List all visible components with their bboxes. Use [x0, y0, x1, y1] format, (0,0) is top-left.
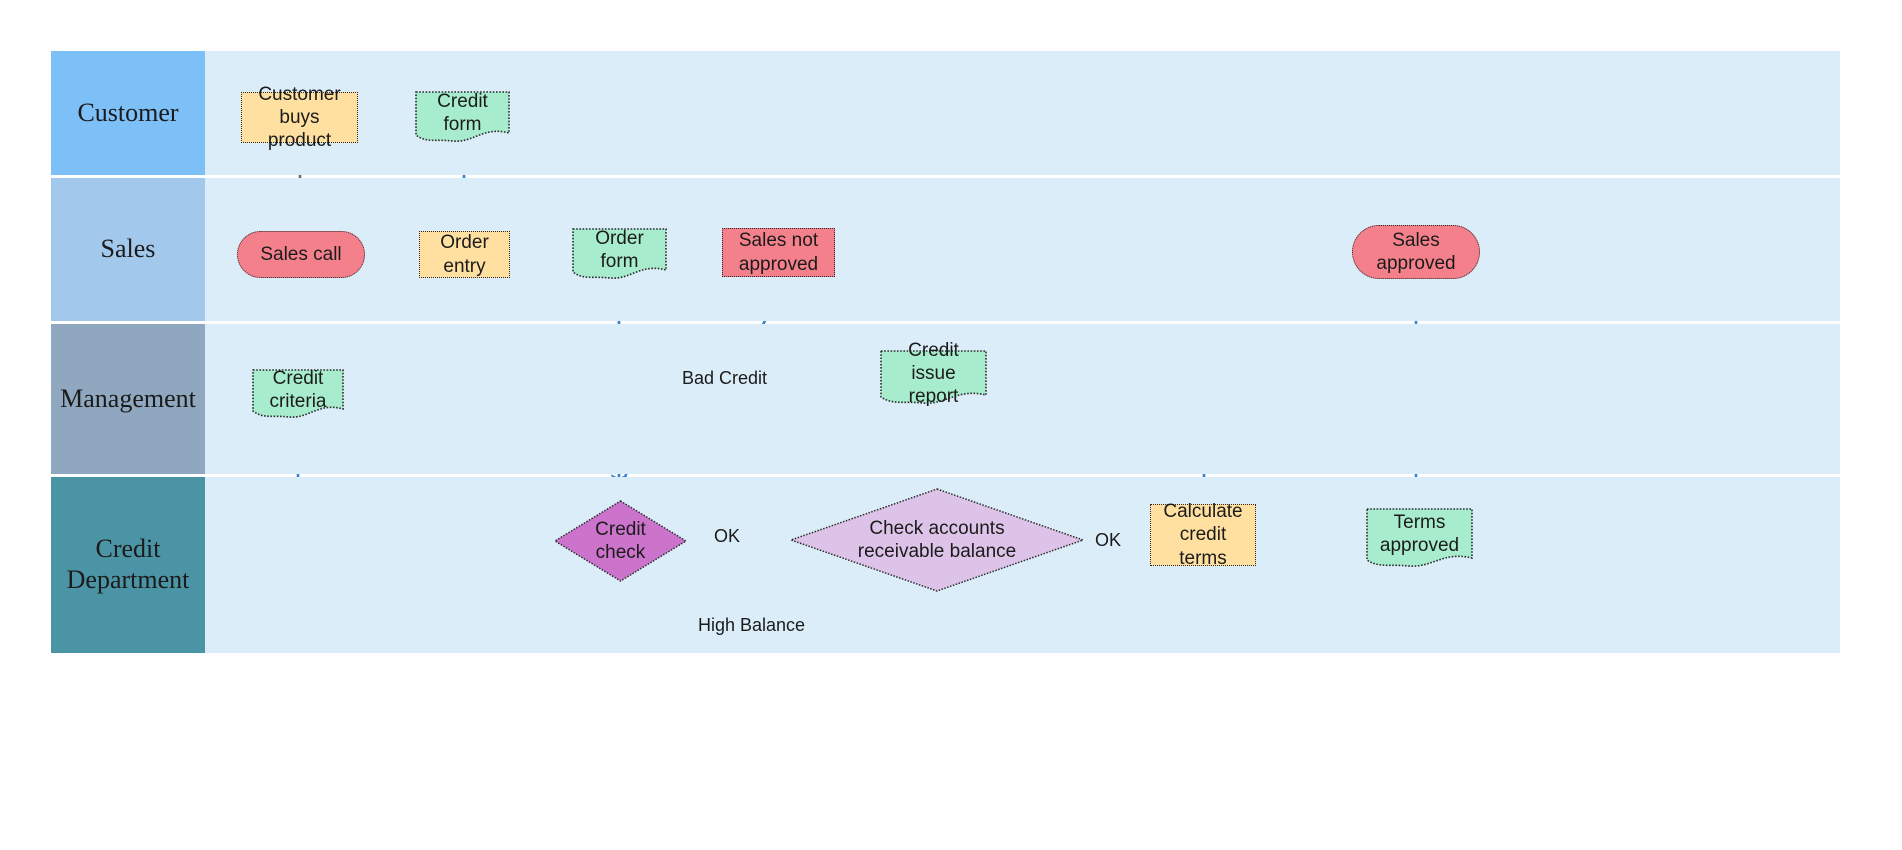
lane-header-credit-department[interactable]: Credit Department: [51, 477, 205, 653]
node-order-entry[interactable]: Order entry: [419, 231, 510, 278]
lane-label: Customer: [77, 97, 179, 127]
lane-body-management: [205, 324, 1840, 474]
lane-header-sales[interactable]: Sales: [51, 178, 205, 321]
lane-label: Management: [60, 383, 196, 413]
node-label: Customer buys product: [258, 83, 341, 152]
lane-label: Credit Department: [66, 534, 190, 594]
node-label: Credit form: [437, 90, 488, 135]
node-terms-approved[interactable]: Terms approved: [1366, 508, 1473, 570]
node-label: Order form: [595, 227, 644, 272]
node-label: Sales not approved: [738, 230, 819, 275]
lane-header-management[interactable]: Management: [51, 324, 205, 474]
node-label: Order entry: [440, 232, 489, 277]
node-calculate-credit-terms[interactable]: Calculate credit terms: [1150, 501, 1256, 569]
node-sales-approved[interactable]: Sales approved: [1352, 225, 1480, 279]
edge-label-high-balance: High Balance: [691, 614, 813, 637]
lane-label: Sales: [100, 234, 156, 264]
edge-label-bad-credit: Bad Credit: [675, 367, 775, 390]
edge-label-ok-1: OK: [707, 525, 748, 548]
edge-label-ok-2: OK: [1088, 529, 1129, 552]
node-credit-form[interactable]: Credit form: [415, 91, 510, 145]
node-credit-issue-report[interactable]: Credit issue report: [880, 340, 987, 407]
node-label: Credit check: [595, 518, 646, 563]
node-label: Calculate credit terms: [1163, 501, 1243, 569]
node-label: Credit criteria: [269, 367, 327, 412]
node-credit-check[interactable]: Credit check: [554, 500, 687, 582]
node-customer-buys-product[interactable]: Customer buys product: [241, 84, 358, 151]
node-label: Sales call: [260, 243, 342, 265]
node-sales-call[interactable]: Sales call: [237, 231, 365, 278]
node-sales-not-approved[interactable]: Sales not approved: [722, 228, 835, 277]
node-order-form[interactable]: Order form: [572, 228, 667, 282]
node-credit-criteria[interactable]: Credit criteria: [252, 367, 344, 421]
node-check-ar-balance[interactable]: Check accounts receivable balance: [790, 488, 1084, 592]
node-label: Terms approved: [1379, 511, 1460, 556]
node-label: Credit issue report: [908, 339, 959, 408]
node-label: Sales approved: [1376, 229, 1456, 274]
node-label: Check accounts receivable balance: [857, 517, 1017, 562]
lane-header-customer[interactable]: Customer: [51, 51, 205, 175]
